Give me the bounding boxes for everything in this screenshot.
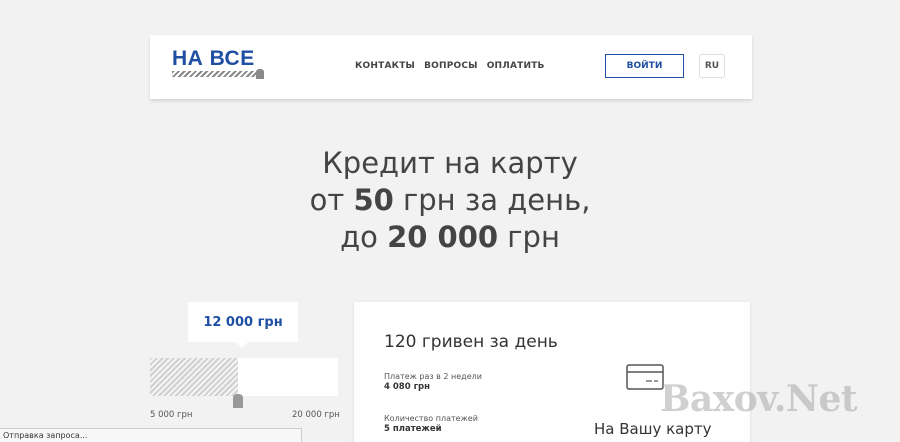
watermark: Baxov.Net xyxy=(660,378,858,420)
credit-card-icon xyxy=(626,364,664,390)
logo-text: НА ВСЕ xyxy=(172,47,255,70)
nav-contacts[interactable]: КОНТАКТЫ xyxy=(355,61,415,71)
logo-stripe xyxy=(172,71,256,77)
amount-display: 12 000 грн xyxy=(188,302,298,342)
logo[interactable]: НА ВСЕ xyxy=(172,48,264,84)
site-header: НА ВСЕ КОНТАКТЫ ВОПРОСЫ ОПЛАТИТЬ ВОЙТИ R… xyxy=(150,35,752,99)
amount-bubble-tail xyxy=(236,342,248,348)
slider-handle[interactable] xyxy=(233,394,243,408)
payments-count-label: Количество платежей xyxy=(384,414,478,423)
slider-min-label: 5 000 грн xyxy=(150,410,193,420)
nav-pay[interactable]: ОПЛАТИТЬ xyxy=(487,61,545,71)
payment-label: Платеж раз в 2 недели xyxy=(384,372,482,381)
hero-headline: Кредит на карту от 50 грн за день, до 20… xyxy=(200,145,700,256)
main-nav: КОНТАКТЫ ВОПРОСЫ ОПЛАТИТЬ xyxy=(355,61,545,71)
login-button[interactable]: ВОЙТИ xyxy=(605,54,684,78)
card-title: 120 гривен за день xyxy=(384,332,558,352)
headline-line-2: от 50 грн за день, xyxy=(309,183,591,217)
headline-line-1: Кредит на карту xyxy=(322,146,578,180)
payment-value: 4 080 грн xyxy=(384,382,430,392)
loan-summary-card: 120 гривен за день Платеж раз в 2 недели… xyxy=(354,302,750,442)
amount-slider[interactable] xyxy=(150,358,338,396)
slider-fill xyxy=(150,358,238,396)
to-card-label: На Вашу карту xyxy=(594,420,712,438)
browser-status-bar: Отправка запроса... xyxy=(0,428,302,442)
slider-max-label: 20 000 грн xyxy=(292,410,340,420)
headline-line-3: до 20 000 грн xyxy=(340,220,560,254)
logo-tag-icon xyxy=(256,69,264,79)
payments-count-value: 5 платежей xyxy=(384,424,442,434)
nav-questions[interactable]: ВОПРОСЫ xyxy=(424,61,478,71)
language-selector[interactable]: RU xyxy=(699,54,725,78)
